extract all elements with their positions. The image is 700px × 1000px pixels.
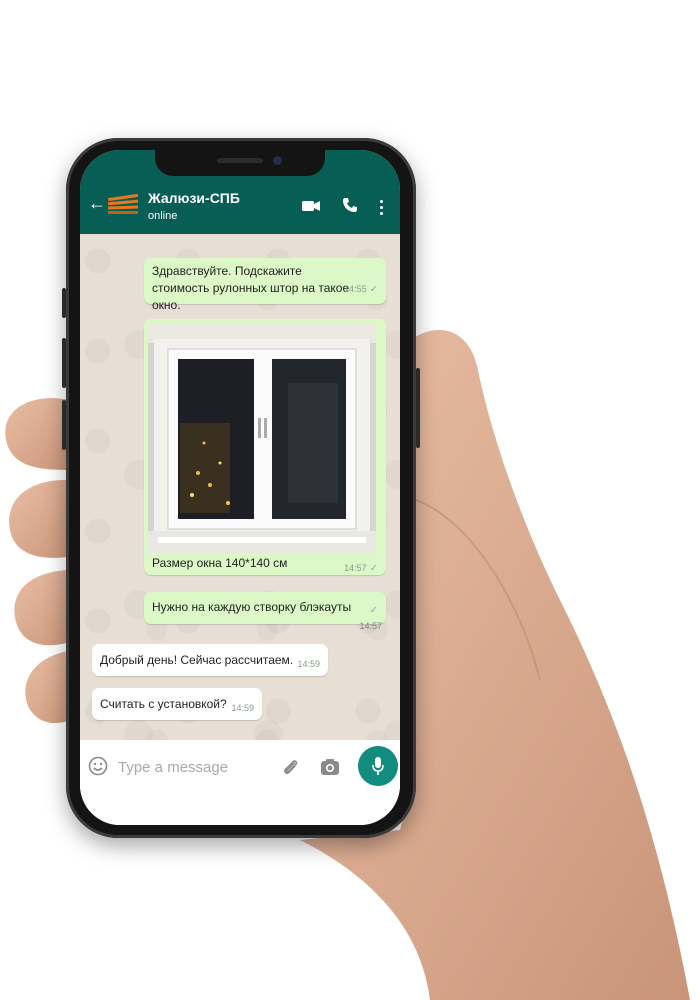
contact-name[interactable]: Жалюзи-СПБ <box>148 190 240 206</box>
menu-dots-icon[interactable] <box>380 200 384 218</box>
message-time: 14:59 <box>231 703 254 713</box>
power-button <box>416 368 420 448</box>
mute-switch <box>62 288 66 318</box>
phone-screen: ← Жалюзи-СПБ online Здравствуйте. Подска… <box>80 150 400 825</box>
volume-down-button <box>62 400 66 450</box>
message-outgoing-image[interactable]: Размер окна 140*140 см 14:57 ✓ <box>144 319 386 575</box>
message-time: 14:55 ✓ <box>344 284 378 295</box>
mic-icon <box>372 757 384 775</box>
message-text: Здравствуйте. Подскажите стоимость рулон… <box>152 264 350 312</box>
read-check-icon: ✓ <box>369 284 378 295</box>
camera-icon[interactable] <box>320 758 340 776</box>
company-logo[interactable] <box>106 190 140 216</box>
volume-up-button <box>62 338 66 388</box>
video-call-icon[interactable] <box>302 200 320 212</box>
message-time: 14:59 <box>297 659 320 669</box>
read-check-icon: ✓ <box>369 605 378 616</box>
message-text: Нужно на каждую створку блэкауты <box>152 600 352 614</box>
message-incoming[interactable]: Считать с установкой? 14:59 <box>92 688 262 720</box>
chat-area[interactable]: Здравствуйте. Подскажите стоимость рулон… <box>80 234 400 740</box>
message-outgoing[interactable]: Здравствуйте. Подскажите стоимость рулон… <box>144 258 386 312</box>
emoji-icon[interactable] <box>88 756 108 776</box>
front-camera <box>273 156 282 165</box>
message-text: Добрый день! Сейчас рассчитаем. <box>100 653 294 667</box>
mic-button[interactable] <box>358 746 398 786</box>
message-incoming[interactable]: Добрый день! Сейчас рассчитаем. 14:59 <box>92 644 328 676</box>
message-text: Считать с установкой? <box>100 697 227 711</box>
read-check-icon: ✓ <box>369 563 378 574</box>
message-input-bar <box>80 740 400 825</box>
attach-icon[interactable] <box>280 757 300 777</box>
image-caption: Размер окна 140*140 см <box>152 556 288 570</box>
earpiece <box>217 158 263 163</box>
message-time: 14:57 ✓ <box>344 563 378 574</box>
message-outgoing[interactable]: Нужно на каждую створку блэкауты ✓ <box>144 592 386 624</box>
phone-call-icon[interactable] <box>342 197 358 213</box>
notch <box>155 150 325 176</box>
window-photo[interactable] <box>148 323 376 553</box>
message-input[interactable] <box>116 753 280 781</box>
contact-status: online <box>148 210 178 222</box>
phone-frame: ← Жалюзи-СПБ online Здравствуйте. Подска… <box>62 138 420 838</box>
message-time: 14:57 <box>359 621 382 631</box>
arrow-left-icon[interactable]: ← <box>88 194 106 212</box>
